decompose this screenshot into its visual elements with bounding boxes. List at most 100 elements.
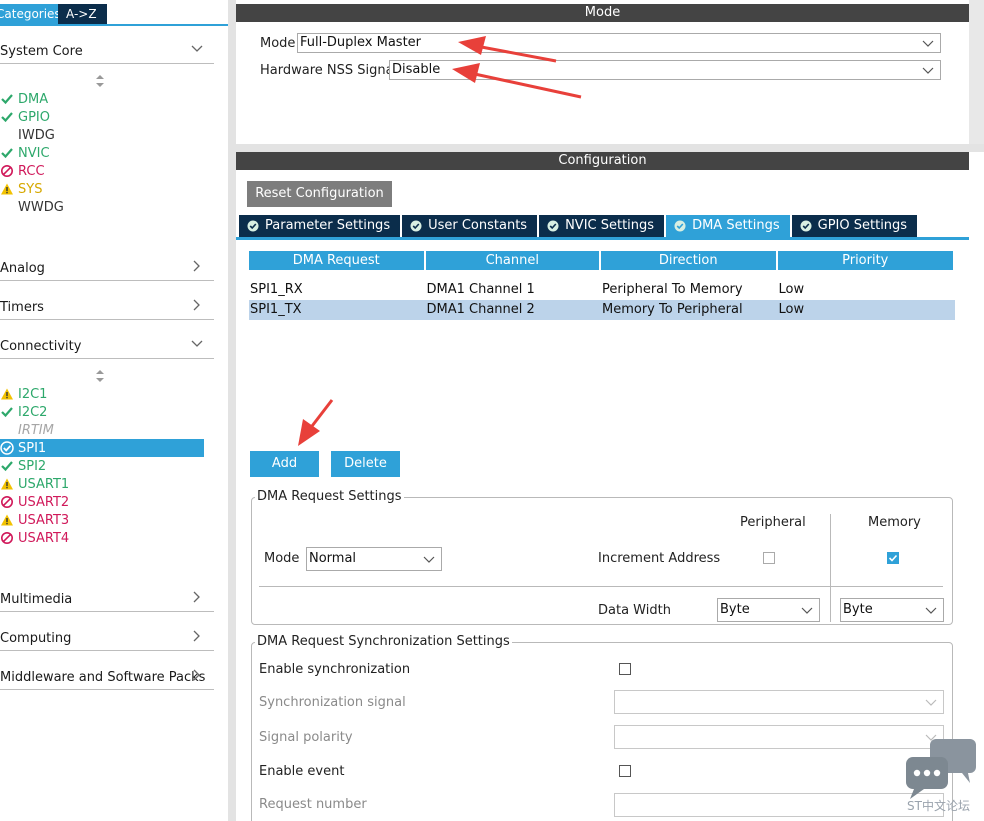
categories-panel: Categories A->Z System Core DMA GPIO IWD… xyxy=(0,0,228,821)
column-divider xyxy=(830,514,831,622)
tab-user-constants[interactable]: User Constants xyxy=(402,215,538,237)
table-row[interactable]: SPI1_RX DMA1 Channel 1 Peripheral To Mem… xyxy=(249,280,955,300)
sort-icon[interactable] xyxy=(95,75,105,87)
delete-button[interactable]: Delete xyxy=(331,451,400,477)
category-analog[interactable]: Analog xyxy=(0,255,214,281)
check-circle-icon xyxy=(247,220,259,232)
check-icon xyxy=(1,112,13,123)
column-header[interactable]: Priority xyxy=(777,251,953,270)
periph-irtim[interactable]: IRTIM xyxy=(0,421,204,439)
periph-usart3[interactable]: USART3 xyxy=(0,511,204,529)
category-middleware[interactable]: Middleware and Software Packs xyxy=(0,664,214,690)
dma-mode-select[interactable]: Normal xyxy=(306,547,442,571)
periph-name: SPI1 xyxy=(18,440,47,456)
chevron-right-icon xyxy=(193,669,200,681)
reset-configuration-button[interactable]: Reset Configuration xyxy=(247,181,392,207)
periph-name: GPIO xyxy=(18,109,50,125)
forum-watermark: ST中文论坛 xyxy=(907,799,970,813)
column-header[interactable]: DMA Request xyxy=(249,251,424,270)
tab-label: User Constants xyxy=(428,218,528,233)
panel-divider xyxy=(236,144,984,152)
increment-memory-checkbox[interactable] xyxy=(887,552,899,564)
check-circle-icon xyxy=(800,220,812,232)
warning-icon xyxy=(1,183,13,195)
category-timers[interactable]: Timers xyxy=(0,294,214,320)
table-cell: SPI1_RX xyxy=(250,282,303,297)
check-icon xyxy=(888,554,898,562)
periph-gpio[interactable]: GPIO xyxy=(0,108,204,126)
periph-usart1[interactable]: USART1 xyxy=(0,475,204,493)
tab-gpio-settings[interactable]: GPIO Settings xyxy=(791,215,918,237)
config-tabs: Parameter Settings User Constants NVIC S… xyxy=(239,215,918,237)
category-system-core[interactable]: System Core xyxy=(0,38,214,64)
request-number-input[interactable] xyxy=(614,793,944,817)
table-cell: SPI1_TX xyxy=(250,302,302,317)
chevron-down-icon xyxy=(191,340,203,347)
column-header[interactable]: Channel xyxy=(425,251,599,270)
periph-i2c2[interactable]: I2C2 xyxy=(0,403,204,421)
periph-name: USART2 xyxy=(18,494,70,510)
category-computing[interactable]: Computing xyxy=(0,625,214,651)
tab-parameter-settings[interactable]: Parameter Settings xyxy=(239,215,401,237)
column-header[interactable]: Direction xyxy=(601,251,776,270)
mode-select[interactable]: Full-Duplex Master xyxy=(297,33,941,53)
enable-event-checkbox[interactable] xyxy=(619,765,631,777)
add-button[interactable]: Add xyxy=(250,451,319,477)
tab-label: NVIC Settings xyxy=(565,218,655,233)
periph-i2c1[interactable]: I2C1 xyxy=(0,385,204,403)
tab-dma-settings[interactable]: DMA Settings xyxy=(666,215,790,237)
increment-peripheral-checkbox[interactable] xyxy=(763,552,775,564)
category-label: Analog xyxy=(0,261,45,276)
peripheral-width-select[interactable]: Byte xyxy=(717,598,820,622)
signal-polarity-select[interactable] xyxy=(614,725,944,749)
nss-select[interactable]: Disable xyxy=(389,60,941,80)
periph-wwdg[interactable]: WWDG xyxy=(0,198,204,216)
check-icon xyxy=(1,407,13,418)
periph-name: I2C2 xyxy=(18,404,48,420)
periph-sys[interactable]: SYS xyxy=(0,180,204,198)
mode-scrollbar[interactable] xyxy=(969,0,984,150)
category-view-tabs: Categories A->Z xyxy=(0,4,107,24)
chevron-down-icon xyxy=(925,607,937,614)
periph-usart4[interactable]: USART4 xyxy=(0,529,204,547)
periph-rcc[interactable]: RCC xyxy=(0,162,204,180)
dma-mode-label: Mode xyxy=(264,551,300,566)
dma-mode-value: Normal xyxy=(309,551,357,566)
table-cell: Peripheral To Memory xyxy=(602,282,743,297)
tab-categories[interactable]: Categories xyxy=(0,4,58,24)
chevron-down-icon xyxy=(922,67,934,74)
check-circle-icon xyxy=(0,441,14,455)
periph-name: SPI2 xyxy=(18,458,47,474)
increment-address-label: Increment Address xyxy=(598,551,721,566)
periph-nvic[interactable]: NVIC xyxy=(0,144,204,162)
periph-usart2[interactable]: USART2 xyxy=(0,493,204,511)
group-title: DMA Request Synchronization Settings xyxy=(255,634,512,649)
chevron-down-icon xyxy=(922,40,934,47)
chevron-right-icon xyxy=(193,591,200,603)
chevron-down-icon xyxy=(925,699,937,706)
data-width-label: Data Width xyxy=(598,603,671,618)
request-number-label: Request number xyxy=(259,797,367,812)
memory-width-select[interactable]: Byte xyxy=(840,598,944,622)
sort-icon[interactable] xyxy=(95,370,105,382)
periph-dma[interactable]: DMA xyxy=(0,90,204,108)
enable-sync-checkbox[interactable] xyxy=(619,663,631,675)
check-circle-icon xyxy=(410,220,422,232)
warning-icon xyxy=(1,388,13,400)
periph-iwdg[interactable]: IWDG xyxy=(0,126,204,144)
category-multimedia[interactable]: Multimedia xyxy=(0,586,214,612)
panel-splitter[interactable] xyxy=(228,0,236,821)
check-icon xyxy=(1,461,13,472)
chevron-down-icon xyxy=(191,45,203,52)
category-connectivity[interactable]: Connectivity xyxy=(0,333,214,359)
periph-name: RCC xyxy=(18,163,45,179)
periph-spi1[interactable]: SPI1 xyxy=(0,439,204,457)
tab-nvic-settings[interactable]: NVIC Settings xyxy=(539,215,665,237)
periph-spi2[interactable]: SPI2 xyxy=(0,457,204,475)
chevron-right-icon xyxy=(193,260,200,272)
table-cell: Low xyxy=(778,282,805,297)
blank-icon xyxy=(0,423,14,437)
sync-signal-select[interactable] xyxy=(614,690,944,714)
table-row-selected[interactable]: SPI1_TX DMA1 Channel 2 Memory To Periphe… xyxy=(249,300,955,320)
tab-a-z[interactable]: A->Z xyxy=(58,4,107,24)
